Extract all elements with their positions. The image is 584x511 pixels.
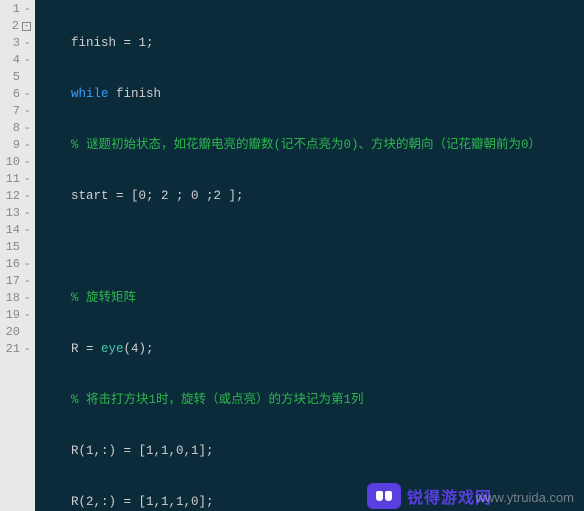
code-line: while finish	[41, 86, 584, 103]
fold-icon[interactable]: -	[22, 22, 31, 31]
watermark-logo: 锐得游戏网	[367, 483, 492, 509]
gutter-row: 13-	[0, 205, 35, 222]
code-line: % 旋转矩阵	[41, 290, 584, 307]
code-area[interactable]: finish = 1; while finish % 谜题初始状态，如花瓣电亮的…	[35, 0, 584, 511]
code-line: % 将击打方块1时，旋转（或点亮）的方块记为第1列	[41, 392, 584, 409]
gutter-row: 14-	[0, 222, 35, 239]
gutter-row: 1-	[0, 1, 35, 18]
gutter-row: 5	[0, 69, 35, 86]
code-line: R(1,:) = [1,1,0,1];	[41, 443, 584, 460]
code-line	[41, 239, 584, 256]
gutter-row: 10-	[0, 154, 35, 171]
gutter-row: 9-	[0, 137, 35, 154]
gutter-row: 15	[0, 239, 35, 256]
code-line: finish = 1;	[41, 35, 584, 52]
gutter-row: 17-	[0, 273, 35, 290]
gutter-row: 3-	[0, 35, 35, 52]
gutter-row: 20	[0, 324, 35, 341]
gutter-row: 16-	[0, 256, 35, 273]
gutter-row: 18-	[0, 290, 35, 307]
code-line: R = eye(4);	[41, 341, 584, 358]
gutter-row: 21-	[0, 341, 35, 358]
gutter-row: 4-	[0, 52, 35, 69]
gutter-row: 19-	[0, 307, 35, 324]
code-line: % 谜题初始状态，如花瓣电亮的瓣数(记不点亮为0)、方块的朝向（记花瓣朝前为0）	[41, 137, 584, 154]
controller-icon	[367, 483, 401, 509]
code-line: start = [0; 2 ; 0 ;2 ];	[41, 188, 584, 205]
gutter-row: 11-	[0, 171, 35, 188]
gutter-row: 6-	[0, 86, 35, 103]
gutter-row: 8-	[0, 120, 35, 137]
gutter-row: 7-	[0, 103, 35, 120]
watermark-url: www.ytruida.com	[476, 490, 574, 505]
line-number-gutter: 1-2-3-4-5 6-7-8-9-10-11-12-13-14-15 16-1…	[0, 0, 35, 511]
gutter-row: 2-	[0, 18, 35, 35]
gutter-row: 12-	[0, 188, 35, 205]
editor-pane: 1-2-3-4-5 6-7-8-9-10-11-12-13-14-15 16-1…	[0, 0, 584, 511]
